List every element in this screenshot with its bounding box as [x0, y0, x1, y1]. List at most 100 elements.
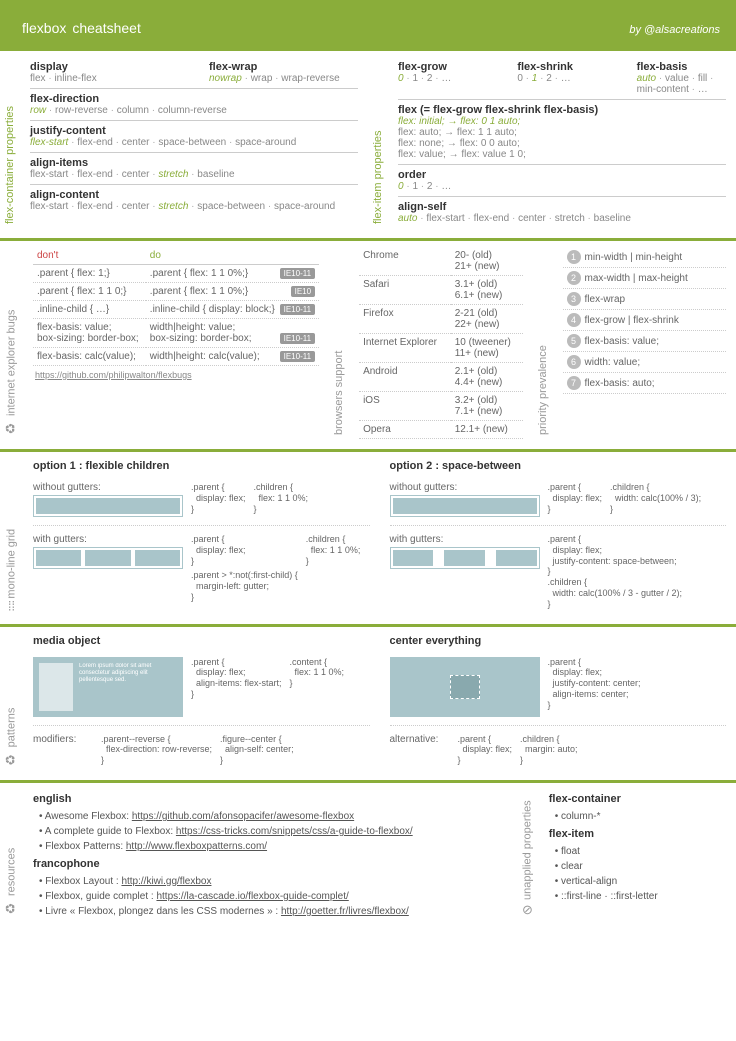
- code-snippet: .parent { display: flex; justify-content…: [548, 657, 641, 711]
- section-support: internet explorer bugs don'tdo.parent { …: [0, 238, 736, 449]
- code-snippet: .parent { display: flex; justify-content…: [548, 534, 683, 610]
- center-demo: [390, 657, 540, 717]
- browsers-table: Chrome20- (old) 21+ (new)Safari3.1+ (old…: [359, 247, 522, 439]
- unapplied-container-list: column-*: [549, 809, 726, 824]
- item-props: flex-grow0 · 1 · 2 · …flex-shrink0 · 1 ·…: [388, 57, 736, 228]
- code-snippet: .parent > *:not(:first-child) { margin-l…: [191, 570, 298, 602]
- unapplied-col: flex-container column-* flex-item floatc…: [539, 789, 736, 919]
- slash-icon: [522, 902, 533, 917]
- table-row: 6width: value;: [563, 352, 726, 373]
- page-title: flexbox cheatsheet: [16, 8, 141, 40]
- section-grid: mono-line grid option 1 : flexible child…: [0, 449, 736, 624]
- table-row: 2max-width | max-height: [563, 268, 726, 289]
- table-row: flex-basis: calc(value);width|height: ca…: [33, 348, 319, 366]
- property-block: flex-directionrow · row-reverse · column…: [30, 89, 358, 121]
- section-patterns: patterns media object Lorem ipsum dolor …: [0, 624, 736, 780]
- grid-opt2: option 2 : space-between without gutters…: [380, 458, 736, 614]
- property-block: displayflex · inline-flexflex-wrapnowrap…: [30, 57, 358, 89]
- list-item: vertical-align: [555, 874, 726, 889]
- list-item: Flexbox, guide complet : https://la-casc…: [39, 889, 506, 904]
- list-item: clear: [555, 859, 726, 874]
- flexbugs-link[interactable]: https://github.com/philipwalton/flexbugs: [33, 366, 319, 380]
- header-bar: flexbox cheatsheet by @alsacreations: [0, 0, 736, 48]
- code-snippet: .children { flex: 1 1 0%; }: [254, 482, 309, 514]
- property-block: flex-grow0 · 1 · 2 · …flex-shrink0 · 1 ·…: [398, 57, 726, 100]
- priority-col: 1min-width | min-height2max-width | max-…: [553, 247, 736, 439]
- english-head: english: [33, 793, 506, 805]
- property-block: align-itemsflex-start · flex-end · cente…: [30, 153, 358, 185]
- opt1-title: option 1 : flexible children: [33, 460, 370, 472]
- table-row: 7flex-basis: auto;: [563, 373, 726, 394]
- modifiers-label: modifiers:: [33, 734, 93, 745]
- vlabel-item: flex-item properties: [368, 57, 388, 228]
- property-block: justify-contentflex-start · flex-end · c…: [30, 121, 358, 153]
- francophone-head: francophone: [33, 858, 506, 870]
- code-snippet: .parent--reverse { flex-direction: row-r…: [101, 734, 212, 766]
- pattern-media: media object Lorem ipsum dolor sit amet …: [23, 633, 380, 770]
- subtitle-text: cheatsheet: [72, 20, 141, 36]
- title-text: flexbox: [22, 20, 66, 36]
- table-row: Internet Explorer10 (tweener) 11+ (new): [359, 334, 522, 363]
- recycle-icon: [4, 420, 19, 435]
- opt2-title: option 2 : space-between: [390, 460, 727, 472]
- francophone-list: Flexbox Layout : http://kiwi.gg/flexboxF…: [33, 874, 506, 919]
- property-block: order0 · 1 · 2 · …: [398, 165, 726, 197]
- vlabel-resources: resources: [0, 789, 23, 919]
- vlabel-grid: mono-line grid: [0, 458, 23, 614]
- code-snippet: .children { margin: auto; }: [520, 734, 578, 766]
- vlabel-patterns: patterns: [0, 633, 23, 770]
- browsers-col: Chrome20- (old) 21+ (new)Safari3.1+ (old…: [349, 247, 532, 439]
- vlabel-browsers: browsers support: [329, 247, 349, 439]
- demo-boxes: [33, 547, 183, 569]
- center-title: center everything: [390, 635, 727, 647]
- opt1-without-label: without gutters:: [33, 482, 183, 493]
- table-row: .parent { flex: 1 1 0;}.parent { flex: 1…: [33, 283, 319, 301]
- vlabel-bugs: internet explorer bugs: [0, 247, 23, 439]
- grid-icon: [8, 598, 15, 613]
- table-row: Safari3.1+ (old) 6.1+ (new): [359, 276, 522, 305]
- property-block: flex (= flex-grow flex-shrink flex-basis…: [398, 100, 726, 165]
- pattern-center: center everything .parent { display: fle…: [380, 633, 736, 770]
- section-resources: resources english Awesome Flexbox: https…: [0, 780, 736, 929]
- media-object-demo: Lorem ipsum dolor sit amet consectetur a…: [33, 657, 183, 717]
- priority-table: 1min-width | min-height2max-width | max-…: [563, 247, 726, 394]
- table-row: 5flex-basis: value;: [563, 331, 726, 352]
- unapplied-item-list: floatclearvertical-align::first-line · :…: [549, 844, 726, 904]
- alt-label: alternative:: [390, 734, 450, 745]
- media-title: media object: [33, 635, 370, 647]
- code-snippet: .parent { display: flex; }: [458, 734, 513, 766]
- credit: by @alsacreations: [629, 24, 720, 36]
- list-item: ::first-line · ::first-letter: [555, 889, 726, 904]
- english-list: Awesome Flexbox: https://github.com/afon…: [33, 809, 506, 854]
- resource-link[interactable]: http://www.flexboxpatterns.com/: [126, 841, 267, 852]
- resource-link[interactable]: http://kiwi.gg/flexbox: [121, 876, 211, 887]
- table-row: iOS3.2+ (old) 7.1+ (new): [359, 392, 522, 421]
- table-row: .parent { flex: 1;}.parent { flex: 1 1 0…: [33, 265, 319, 283]
- resource-link[interactable]: https://css-tricks.com/snippets/css/a-gu…: [176, 826, 413, 837]
- table-row: Firefox2-21 (old) 22+ (new): [359, 305, 522, 334]
- recycle-icon: [4, 751, 19, 766]
- table-row: 3flex-wrap: [563, 289, 726, 310]
- property-block: align-selfauto · flex-start · flex-end ·…: [398, 197, 726, 228]
- list-item: Flexbox Layout : http://kiwi.gg/flexbox: [39, 874, 506, 889]
- list-item: Livre « Flexbox, plongez dans les CSS mo…: [39, 904, 506, 919]
- resource-link[interactable]: https://la-cascade.io/flexbox-guide-comp…: [156, 891, 348, 902]
- table-row: Opera12.1+ (new): [359, 421, 522, 439]
- table-row: .inline-child { …}.inline-child { displa…: [33, 301, 319, 319]
- resource-link[interactable]: https://github.com/afonsopacifer/awesome…: [132, 811, 354, 822]
- demo-boxes: [390, 547, 540, 569]
- resource-link[interactable]: http://goetter.fr/livres/flexbox/: [281, 906, 409, 917]
- table-row: Android2.1+ (old) 4.4+ (new): [359, 363, 522, 392]
- code-snippet: .children { flex: 1 1 0%; }: [306, 534, 361, 566]
- code-snippet: .parent { display: flex; align-items: fl…: [191, 657, 282, 700]
- list-item: Flexbox Patterns: http://www.flexboxpatt…: [39, 839, 506, 854]
- bugs-col: don'tdo.parent { flex: 1;}.parent { flex…: [23, 247, 329, 439]
- code-snippet: .content { flex: 1 1 0%; }: [290, 657, 345, 689]
- property-block: align-contentflex-start · flex-end · cen…: [30, 185, 358, 216]
- vlabel-unapplied: unapplied properties: [516, 789, 539, 919]
- demo-boxes: [390, 495, 540, 517]
- table-row: Chrome20- (old) 21+ (new): [359, 247, 522, 276]
- list-item: column-*: [555, 809, 726, 824]
- code-snippet: .parent { display: flex; }: [548, 482, 603, 514]
- grid-opt1: option 1 : flexible children without gut…: [23, 458, 380, 614]
